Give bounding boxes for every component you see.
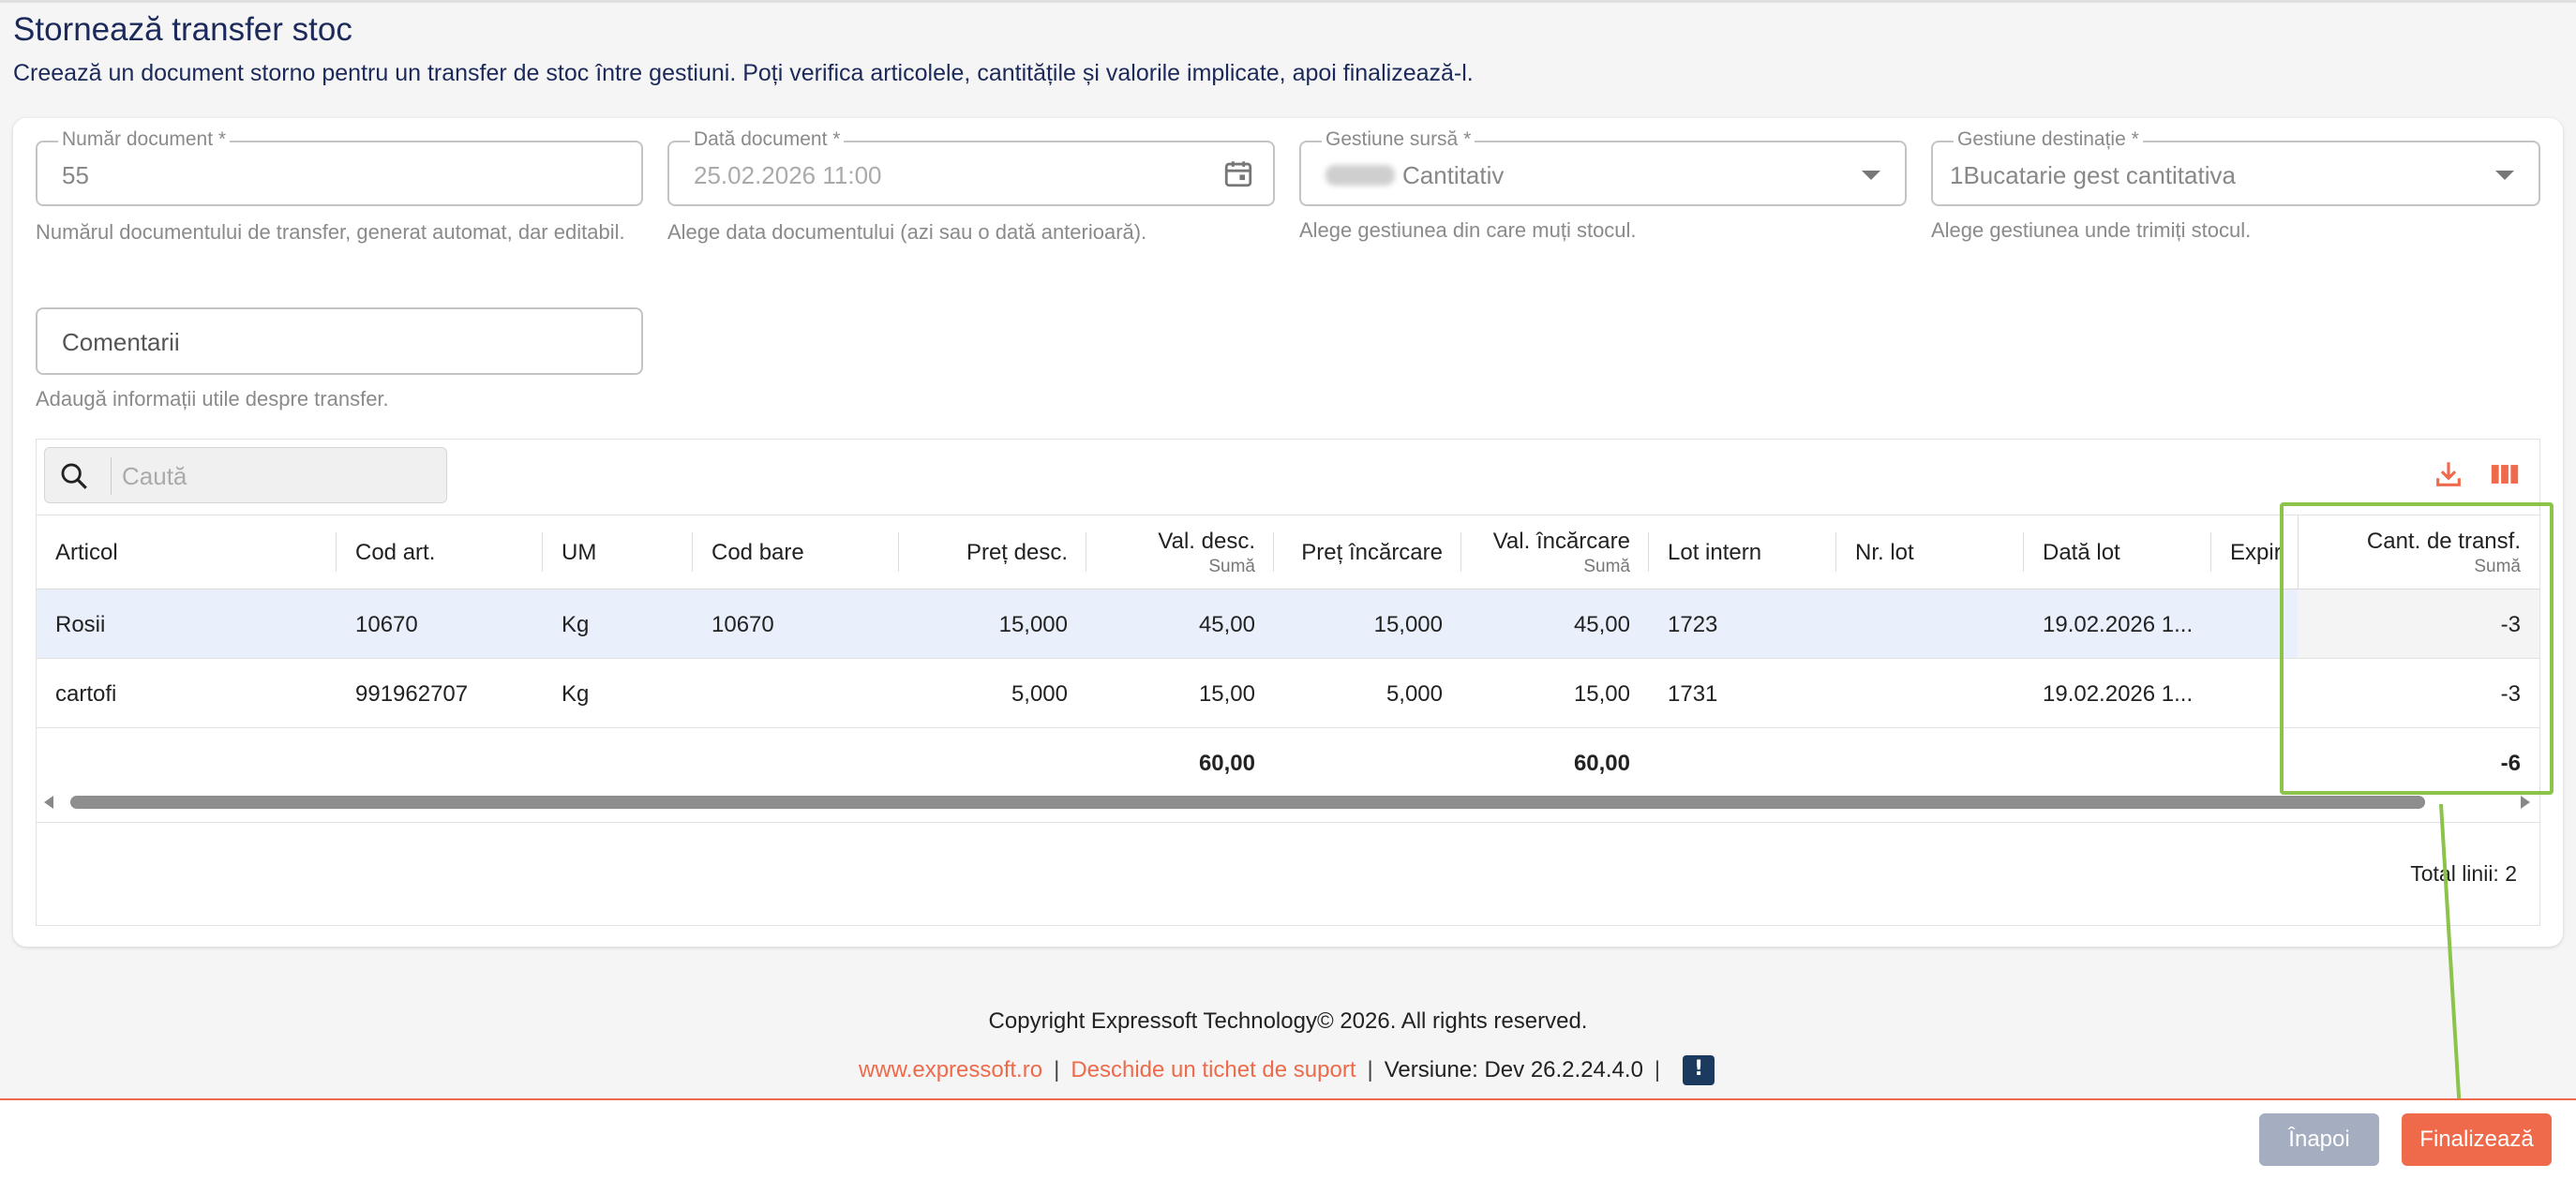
- totals-row: 60,00 60,00 -6: [37, 728, 2539, 792]
- doc-date-field[interactable]: Dată document * 25.02.2026 11:00: [667, 128, 1275, 206]
- finish-button[interactable]: Finalizează: [2402, 1113, 2552, 1166]
- search-input[interactable]: Caută: [44, 447, 447, 503]
- copyright-text: Copyright Expressoft Technology© 2026. A…: [988, 1008, 1588, 1034]
- chevron-down-icon: [2495, 171, 2514, 180]
- page-subtitle: Creează un document storno pentru un tra…: [13, 60, 1474, 86]
- cell-val-inc: 15,00: [1573, 681, 1630, 707]
- cell-data-lot: 19.02.2026 1...: [2043, 612, 2194, 637]
- cell-pret-desc: 5,000: [1011, 681, 1068, 707]
- grid-header: Articol Cod art. UM Cod bare Preț desc. …: [37, 515, 2539, 590]
- support-ticket-link[interactable]: Deschide un tichet de suport: [1071, 1057, 1355, 1083]
- dest-helper: Alege gestiunea unde trimiți stocul.: [1931, 218, 2252, 242]
- search-divider: [111, 457, 112, 495]
- column-header[interactable]: Cod bare: [693, 515, 899, 589]
- cell-um: Kg: [562, 612, 590, 637]
- column-header[interactable]: Lot intern: [1649, 515, 1836, 589]
- feedback-icon[interactable]: !: [1683, 1055, 1715, 1085]
- horizontal-scrollbar[interactable]: [37, 792, 2539, 813]
- cell-pret-inc: 5,000: [1385, 681, 1443, 707]
- column-header[interactable]: Val. încărcare Sumă: [1461, 515, 1649, 589]
- dest-select[interactable]: Gestiune destinație * 1Bucatarie gest ca…: [1931, 128, 2540, 206]
- scroll-right-icon[interactable]: [2521, 796, 2530, 809]
- columns-icon[interactable]: [2489, 458, 2521, 495]
- total-val-desc: 60,00: [1198, 751, 1255, 776]
- scroll-left-icon[interactable]: [44, 796, 53, 809]
- cell-pret-inc: 15,000: [1373, 612, 1443, 637]
- action-bar: Înapoi Finalizează: [0, 1098, 2576, 1179]
- table-row[interactable]: cartofi 991962707 Kg 5,000 15,00 5,000 1…: [37, 659, 2539, 728]
- cell-cod: 991962707: [355, 681, 469, 707]
- source-value-text: Cantitativ: [1402, 161, 1505, 189]
- divider: |: [1367, 1057, 1373, 1082]
- divider: |: [1054, 1057, 1060, 1082]
- search-placeholder: Caută: [122, 462, 187, 490]
- comments-helper: Adaugă informații utile despre transfer.: [36, 387, 389, 410]
- table-row[interactable]: Rosii 10670 Kg 10670 15,000 45,00 15,000…: [37, 590, 2539, 659]
- comments-placeholder: Comentarii: [62, 328, 180, 356]
- cell-val-inc: 45,00: [1573, 612, 1630, 637]
- column-header[interactable]: Preț desc.: [899, 515, 1086, 589]
- redacted-text: [1325, 165, 1395, 186]
- site-link[interactable]: www.expressoft.ro: [859, 1057, 1042, 1083]
- grid-footer-divider: [37, 822, 2539, 823]
- highlight-box: [2280, 502, 2554, 795]
- cell-data-lot: 19.02.2026 1...: [2043, 681, 2194, 707]
- doc-number-field[interactable]: Număr document * 55: [36, 128, 643, 206]
- column-header[interactable]: Dată lot: [2024, 515, 2211, 589]
- source-label: Gestiune sursă *: [1322, 128, 1475, 151]
- dest-value: 1Bucatarie gest cantitativa: [1950, 161, 2236, 189]
- column-header[interactable]: Val. desc. Sumă: [1086, 515, 1274, 589]
- transfer-grid: Caută Articol Cod art. UM Cod bare Preț …: [36, 439, 2540, 926]
- scrollbar-thumb[interactable]: [70, 796, 2425, 809]
- source-value: Cantitativ: [1325, 161, 1504, 190]
- chevron-down-icon: [1862, 171, 1880, 180]
- top-border: [0, 0, 2576, 3]
- page-title: Stornează transfer stoc: [13, 11, 352, 48]
- cell-lot-intern: 1723: [1668, 612, 1718, 637]
- source-select[interactable]: Gestiune sursă * Cantitativ: [1299, 128, 1907, 206]
- doc-number-label: Număr document *: [58, 128, 231, 151]
- column-header[interactable]: Nr. lot: [1836, 515, 2024, 589]
- cell-pret-desc: 15,000: [998, 612, 1068, 637]
- back-button[interactable]: Înapoi: [2259, 1113, 2379, 1166]
- doc-number-value: 55: [62, 161, 89, 189]
- dest-label: Gestiune destinație *: [1954, 128, 2143, 151]
- source-helper: Alege gestiunea din care muți stocul.: [1299, 218, 1637, 242]
- column-header[interactable]: Articol: [37, 515, 337, 589]
- cell-articol: Rosii: [55, 612, 106, 637]
- cell-um: Kg: [562, 681, 590, 707]
- total-val-inc: 60,00: [1573, 751, 1630, 776]
- column-header[interactable]: Cod art.: [337, 515, 543, 589]
- divider: |: [1654, 1057, 1661, 1082]
- footer-links: www.expressoft.ro | Deschide un tichet de …: [859, 1055, 1715, 1087]
- cell-val-desc: 45,00: [1198, 612, 1255, 637]
- doc-date-value: 25.02.2026 11:00: [694, 161, 882, 189]
- search-icon: [58, 460, 90, 497]
- download-icon[interactable]: [2433, 458, 2464, 495]
- cell-lot-intern: 1731: [1668, 681, 1718, 707]
- column-header[interactable]: UM: [543, 515, 693, 589]
- doc-date-helper: Alege data documentului (azi sau o dată …: [667, 220, 1147, 244]
- version-text: Versiune: Dev 26.2.24.4.0: [1384, 1057, 1643, 1082]
- comments-input[interactable]: Comentarii: [36, 307, 643, 375]
- cell-cod-bare: 10670: [711, 612, 774, 637]
- total-lines: Total linii: 2: [2410, 861, 2517, 886]
- doc-number-helper: Numărul documentului de transfer, genera…: [36, 220, 625, 244]
- column-header[interactable]: Preț încărcare: [1274, 515, 1461, 589]
- cell-val-desc: 15,00: [1198, 681, 1255, 707]
- cell-articol: cartofi: [55, 681, 117, 707]
- cell-cod: 10670: [355, 612, 418, 637]
- calendar-icon[interactable]: [1222, 157, 1254, 194]
- doc-date-label: Dată document *: [690, 128, 845, 151]
